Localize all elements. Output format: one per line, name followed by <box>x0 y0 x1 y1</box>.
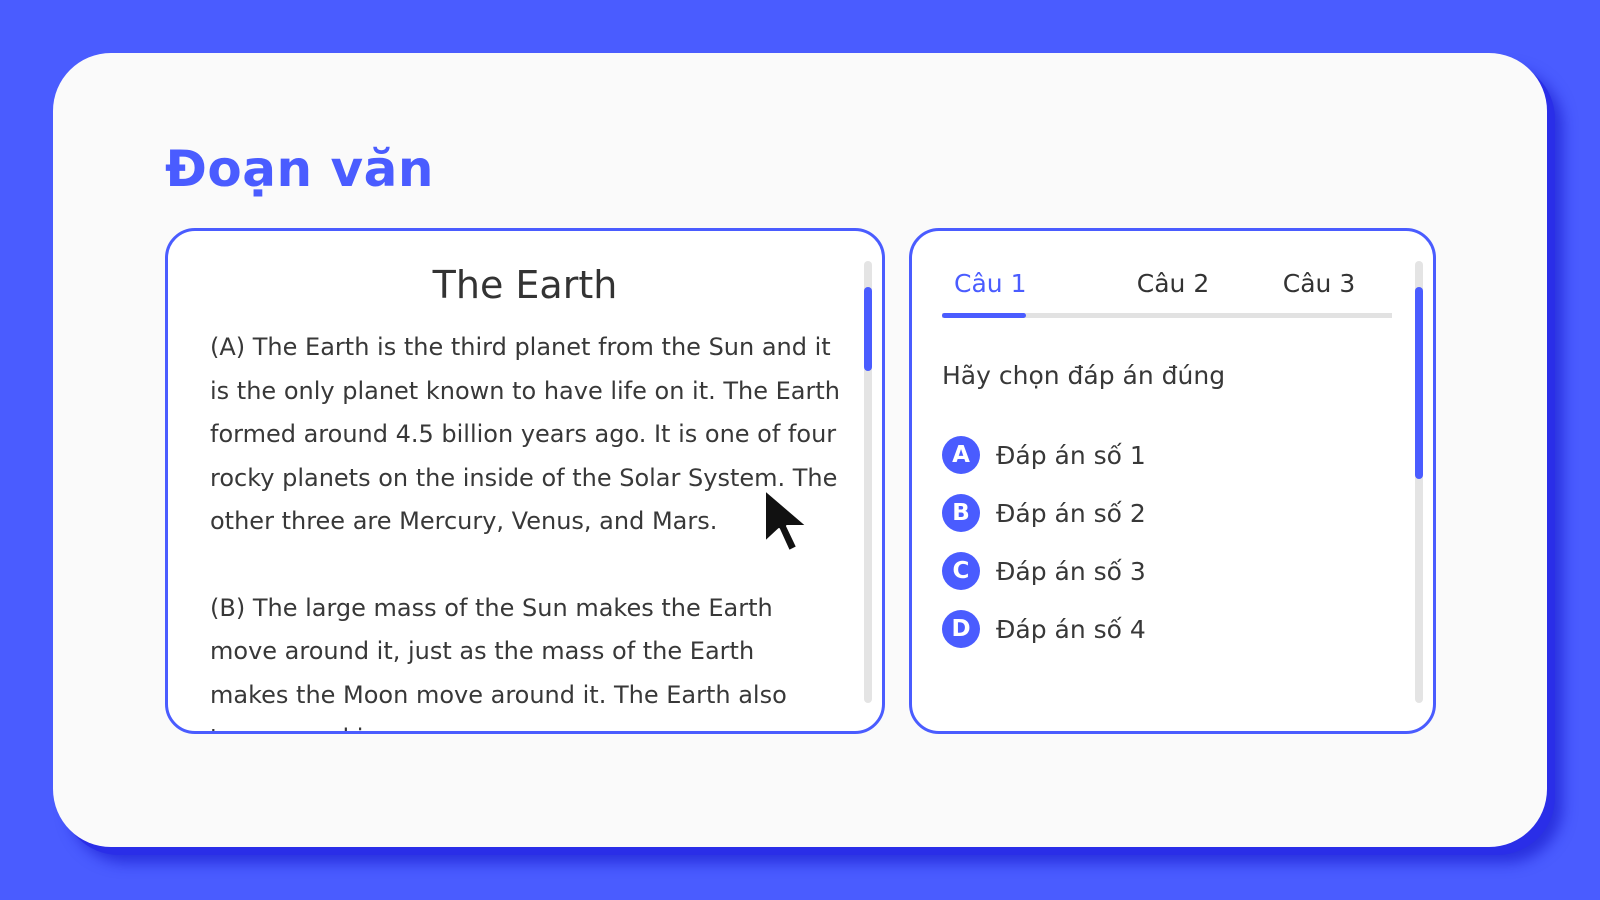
option-letter-badge: C <box>942 552 980 590</box>
option-letter-badge: D <box>942 610 980 648</box>
answer-options: A Đáp án số 1 B Đáp án số 2 C Đáp án số … <box>942 426 1146 658</box>
option-letter-badge: B <box>942 494 980 532</box>
question-instruction: Hãy chọn đáp án đúng <box>942 361 1226 390</box>
passage-scrollbar-thumb[interactable] <box>864 287 872 371</box>
passage-title: The Earth <box>432 263 618 307</box>
option-label: Đáp án số 4 <box>996 614 1146 644</box>
answer-option-c[interactable]: C Đáp án số 3 <box>942 542 1146 600</box>
answer-option-b[interactable]: B Đáp án số 2 <box>942 484 1146 542</box>
answer-option-a[interactable]: A Đáp án số 1 <box>942 426 1146 484</box>
tab-question-2[interactable]: Câu 2 <box>1100 269 1246 313</box>
option-letter-badge: A <box>942 436 980 474</box>
answer-option-d[interactable]: D Đáp án số 4 <box>942 600 1146 658</box>
mouse-pointer-icon <box>764 489 808 552</box>
question-panel: Câu 1 Câu 2 Câu 3 Hãy chọn đáp án đúng A… <box>909 228 1436 734</box>
passage-scrollbar[interactable] <box>864 261 872 703</box>
passage-body: (A) The Earth is the third planet from t… <box>210 326 840 732</box>
passage-paragraph-a: (A) The Earth is the third planet from t… <box>210 333 840 535</box>
page-title: Đoạn văn <box>165 140 434 198</box>
question-scrollbar[interactable] <box>1415 261 1423 703</box>
option-label: Đáp án số 1 <box>996 440 1146 470</box>
option-label: Đáp án số 3 <box>996 556 1146 586</box>
passage-panel: The Earth (A) The Earth is the third pla… <box>165 228 885 734</box>
question-scrollbar-thumb[interactable] <box>1415 287 1423 479</box>
option-label: Đáp án số 2 <box>996 498 1146 528</box>
passage-paragraph-b: (B) The large mass of the Sun makes the … <box>210 593 787 732</box>
tab-question-3[interactable]: Câu 3 <box>1246 269 1392 313</box>
tab-question-1[interactable]: Câu 1 <box>942 269 1100 318</box>
question-tabs: Câu 1 Câu 2 Câu 3 <box>942 269 1392 318</box>
